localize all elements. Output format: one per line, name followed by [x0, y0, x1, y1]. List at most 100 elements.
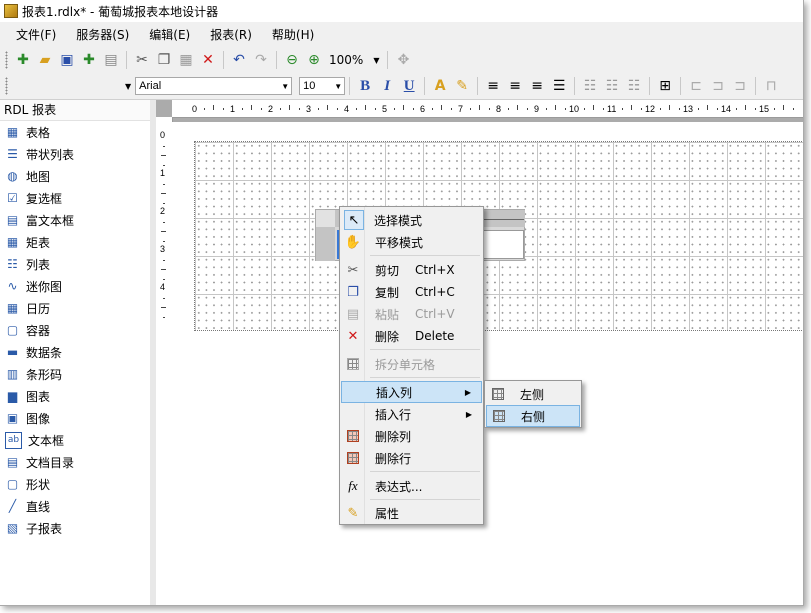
menu-report[interactable]: 报表(R) — [200, 24, 262, 46]
outdent-icon[interactable]: ☷ — [624, 76, 644, 96]
table-row-handles[interactable] — [316, 227, 335, 261]
justify-icon[interactable]: ☰ — [549, 76, 569, 96]
toolbox-item-label: 矩表 — [26, 235, 51, 250]
chevron-down-icon[interactable]: ▼ — [125, 82, 131, 91]
toolbox-item-label: 图像 — [26, 411, 51, 426]
toolbox-item-barcode[interactable]: ▥ 条形码 — [0, 363, 150, 385]
snap-grid-icon[interactable]: ⊞ — [655, 76, 675, 96]
ruler-tick — [161, 155, 166, 156]
properties-item[interactable]: ✎ 属性 — [341, 502, 482, 524]
align-left-icon[interactable]: ≡ — [483, 76, 503, 96]
bold-button[interactable]: B — [354, 76, 376, 96]
report-body[interactable] — [194, 141, 803, 331]
zoom-out-icon[interactable]: ⊖ — [282, 50, 302, 70]
font-name-combo[interactable]: Arial ▼ — [135, 77, 293, 95]
toolbar-grip[interactable] — [5, 77, 8, 95]
expression-item[interactable]: fx 表达式... — [341, 475, 482, 497]
indent-icon[interactable]: ☷ — [602, 76, 622, 96]
toolbar-separator — [574, 77, 576, 95]
toolbox-item-matrix[interactable]: ▦ 矩表 — [0, 231, 150, 253]
menu-server[interactable]: 服务器(S) — [66, 24, 139, 46]
barcode-icon: ▥ — [6, 367, 19, 381]
zoom-in-icon[interactable]: ⊕ — [304, 50, 324, 70]
ruler-tick — [602, 108, 604, 110]
split-cells-icon — [341, 358, 365, 370]
toolbox-item-list[interactable]: ☷ 列表 — [0, 253, 150, 275]
toolbox-item-richtext[interactable]: ▤ 富文本框 — [0, 209, 150, 231]
delete-column-item[interactable]: 删除列 — [341, 425, 482, 447]
menu-edit[interactable]: 编辑(E) — [139, 24, 200, 46]
copy-item[interactable]: ❐ 复制 Ctrl+C — [341, 281, 482, 303]
align-right-icon[interactable]: ≡ — [527, 76, 547, 96]
font-color-icon[interactable]: A — [430, 76, 450, 96]
toolbox-item-banded-list[interactable]: ☰ 带状列表 — [0, 143, 150, 165]
toolbox-item-toc[interactable]: ▤ 文档目录 — [0, 451, 150, 473]
toolbox-item-checkbox[interactable]: ☑ 复选框 — [0, 187, 150, 209]
toolbox-item-sparkline[interactable]: ∿ 迷你图 — [0, 275, 150, 297]
layout-right-icon[interactable]: ⊐ — [730, 76, 750, 96]
paste-icon: ▤ — [346, 306, 360, 322]
delete-icon[interactable]: ✕ — [198, 50, 218, 70]
save-icon[interactable]: ▣ — [57, 50, 77, 70]
ruler-tick — [163, 183, 165, 185]
font-size-combo[interactable]: 10 ▼ — [299, 77, 346, 95]
select-mode-item[interactable]: ↖ 选择模式 — [341, 209, 482, 231]
menu-file[interactable]: 文件(F) — [6, 24, 66, 46]
insert-row-item[interactable]: 插入行 ▶ — [341, 403, 482, 425]
zoom-combo[interactable]: 100% ▼ — [325, 53, 383, 67]
open-folder-icon[interactable]: ▰ — [35, 50, 55, 70]
pan-icon[interactable]: ✥ — [393, 50, 413, 70]
toolbox-item-shape[interactable]: ▢ 形状 — [0, 473, 150, 495]
italic-button[interactable]: I — [376, 76, 398, 96]
toolbox-item-chart[interactable]: ▆ 图表 — [0, 385, 150, 407]
remove-item-icon[interactable]: ▤ — [101, 50, 121, 70]
delete-item[interactable]: ✕ 删除 Delete — [341, 325, 482, 347]
toolbox-item-line[interactable]: ╱ 直线 — [0, 495, 150, 517]
scissors-icon: ✂ — [347, 262, 359, 278]
image-icon: ▣ — [6, 411, 19, 425]
banded-list-icon: ☰ — [7, 147, 18, 161]
align-center-icon[interactable]: ≡ — [505, 76, 525, 96]
cursor-icon: ↖ — [344, 210, 364, 230]
layout-left-icon[interactable]: ⊏ — [686, 76, 706, 96]
toolbox-item-globe[interactable]: ◍ 地图 — [0, 165, 150, 187]
add-item-icon[interactable]: ✚ — [79, 50, 99, 70]
toolbox-item-label: 地图 — [26, 169, 51, 184]
undo-icon[interactable]: ↶ — [229, 50, 249, 70]
paste-label: 粘贴 — [375, 307, 400, 322]
split-cells-item[interactable]: 拆分单元格 — [341, 353, 482, 375]
underline-button[interactable]: U — [398, 76, 420, 96]
layout-top-icon[interactable]: ⊓ — [761, 76, 781, 96]
delete-row-item[interactable]: 删除行 — [341, 447, 482, 469]
highlight-icon[interactable]: ✎ — [452, 76, 472, 96]
toolbox-item-textbox[interactable]: ab 文本框 — [0, 429, 150, 451]
menu-help[interactable]: 帮助(H) — [262, 24, 324, 46]
toolbox-item-image[interactable]: ▣ 图像 — [0, 407, 150, 429]
toolbox-item-table[interactable]: ▦ 表格 — [0, 121, 150, 143]
toolbox-item-databar[interactable]: ▬ 数据条 — [0, 341, 150, 363]
delete-shortcut: Delete — [415, 329, 455, 343]
ruler-tick — [163, 221, 165, 223]
insert-column-item[interactable]: 插入列 ▶ — [341, 381, 482, 403]
pan-mode-item[interactable]: ✋ 平移模式 — [341, 231, 482, 253]
paste-icon[interactable]: ▦ — [176, 50, 196, 70]
insert-right-item[interactable]: 右侧 — [486, 405, 580, 427]
layout-center-icon[interactable]: ⊐ — [708, 76, 728, 96]
toolbar-grip[interactable] — [5, 51, 8, 69]
bullets-icon[interactable]: ☷ — [580, 76, 600, 96]
toolbox-item-container[interactable]: ▢ 容器 — [0, 319, 150, 341]
insert-left-item[interactable]: 左侧 — [486, 383, 580, 405]
redo-icon[interactable]: ↷ — [251, 50, 271, 70]
toolbox-item-label: 子报表 — [26, 521, 63, 536]
report-page[interactable] — [172, 122, 803, 605]
cut-icon[interactable]: ✂ — [132, 50, 152, 70]
toolbox-item-subreport[interactable]: ▧ 子报表 — [0, 517, 150, 539]
ruler-tick — [203, 108, 205, 110]
new-report-icon[interactable]: ✚ — [13, 50, 33, 70]
ruler-tick — [631, 105, 632, 110]
table-corner-handle[interactable] — [316, 210, 335, 227]
copy-icon[interactable]: ❐ — [154, 50, 174, 70]
cut-item[interactable]: ✂ 剪切 Ctrl+X — [341, 259, 482, 281]
paste-item[interactable]: ▤ 粘贴 Ctrl+V — [341, 303, 482, 325]
toolbox-item-calendar[interactable]: ▦ 日历 — [0, 297, 150, 319]
